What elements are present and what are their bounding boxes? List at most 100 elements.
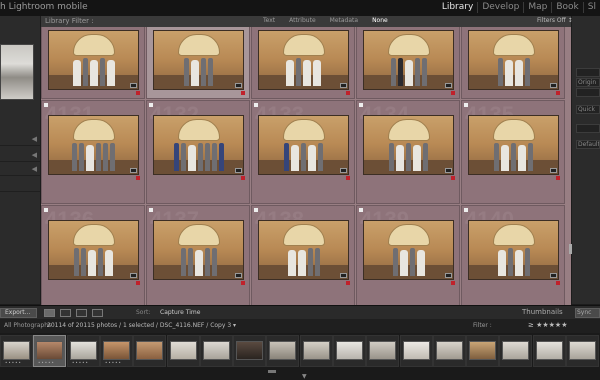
filmstrip-thumbnail[interactable]: ••••• xyxy=(0,335,33,367)
filmstrip-thumbnail[interactable] xyxy=(167,335,200,367)
photo-thumbnail[interactable] xyxy=(363,30,454,90)
module-book[interactable]: Book xyxy=(551,2,582,13)
filmstrip-thumbnail[interactable]: ••••• xyxy=(100,335,133,367)
cell-corner-marker[interactable] xyxy=(359,103,363,107)
photo-thumbnail[interactable] xyxy=(258,220,349,280)
grid-cell[interactable]: 4139 xyxy=(356,205,460,305)
photo-thumbnail[interactable] xyxy=(468,30,559,90)
cell-corner-marker[interactable] xyxy=(359,208,363,212)
filmstrip-thumbnail[interactable]: ••••• xyxy=(67,335,100,367)
panel-section-collections[interactable]: ◀ xyxy=(0,164,40,176)
filters-off-dropdown[interactable]: Filters Off ↕ xyxy=(537,17,573,24)
cell-corner-marker[interactable] xyxy=(254,208,258,212)
filmstrip-image xyxy=(336,341,363,360)
person-figure xyxy=(399,250,408,276)
grid-cell[interactable]: 4137 xyxy=(146,205,250,305)
filter-tab-attribute[interactable]: Attribute xyxy=(282,17,323,24)
cell-corner-marker[interactable] xyxy=(149,103,153,107)
grid-view-button[interactable] xyxy=(44,309,55,317)
filmstrip-thumbnail[interactable] xyxy=(433,335,466,367)
photo-thumbnail[interactable] xyxy=(153,115,244,175)
grid-cell[interactable]: 4134 xyxy=(356,100,460,204)
filmstrip-thumbnail[interactable] xyxy=(133,335,166,367)
cell-corner-marker[interactable] xyxy=(464,208,468,212)
survey-view-button[interactable] xyxy=(92,309,103,317)
filmstrip-thumbnail[interactable] xyxy=(200,335,233,367)
filmstrip-path[interactable]: 20114 of 20115 photos / 1 selected / DSC… xyxy=(47,322,236,329)
filmstrip-thumbnail[interactable] xyxy=(566,335,599,367)
module-slideshow[interactable]: Sl xyxy=(582,2,600,13)
filmstrip-thumbnail[interactable]: ••••• xyxy=(33,335,66,367)
grid-cell[interactable]: 4140 xyxy=(461,205,565,305)
photo-thumbnail[interactable] xyxy=(468,220,559,280)
photo-thumbnail[interactable] xyxy=(48,220,139,280)
filmstrip-thumbnail[interactable] xyxy=(400,335,433,367)
photo-thumbnail[interactable] xyxy=(258,115,349,175)
photo-thumbnail[interactable] xyxy=(363,115,454,175)
filmstrip-thumbnail[interactable] xyxy=(366,335,399,367)
filmstrip-thumbnail[interactable] xyxy=(466,335,499,367)
grid-cell[interactable]: 4127 xyxy=(146,27,250,99)
photo-thumbnail[interactable] xyxy=(48,115,139,175)
filmstrip-thumbnail[interactable] xyxy=(300,335,333,367)
person-figure xyxy=(286,60,294,86)
photo-thumbnail[interactable] xyxy=(48,30,139,90)
photo-people xyxy=(469,139,558,171)
grid-cell[interactable]: 4138 xyxy=(251,205,355,305)
photo-thumbnail[interactable] xyxy=(153,220,244,280)
rating-dots: ••••• xyxy=(38,360,55,365)
panel-section-catalog[interactable]: ◀ xyxy=(0,134,40,146)
filmstrip-source[interactable]: All Photographs xyxy=(4,322,51,329)
filmstrip-thumbnail[interactable] xyxy=(266,335,299,367)
sort-dropdown[interactable]: Capture Time xyxy=(160,309,200,316)
grid-cell[interactable]: 4133 xyxy=(251,100,355,204)
loupe-view-button[interactable] xyxy=(60,309,71,317)
grid-cell[interactable]: 4126 xyxy=(41,27,145,99)
cell-corner-marker[interactable] xyxy=(44,208,48,212)
grid-cell[interactable]: 4131 xyxy=(41,100,145,204)
person-figure xyxy=(208,58,213,86)
photo-thumbnail[interactable] xyxy=(153,30,244,90)
edit-badge-icon xyxy=(340,273,347,278)
filmstrip-scrollbar[interactable] xyxy=(268,370,276,373)
grid-cell[interactable]: 4130 xyxy=(461,27,565,99)
grid-cell[interactable]: 4128 xyxy=(251,27,355,99)
cell-corner-marker[interactable] xyxy=(44,103,48,107)
export-button[interactable]: Export... xyxy=(0,308,37,318)
grid-scrollbar[interactable] xyxy=(569,244,572,254)
star-rating-filter[interactable]: ≥ ★★★★★ xyxy=(528,321,567,329)
photo-thumbnail[interactable] xyxy=(258,30,349,90)
filmstrip-thumbnail[interactable] xyxy=(499,335,532,367)
grid-cell[interactable]: 4136 xyxy=(41,205,145,305)
photo-thumbnail[interactable] xyxy=(363,220,454,280)
triangle-right-icon: ◀ xyxy=(31,151,37,159)
sync-button[interactable]: Sync xyxy=(575,308,600,318)
filter-tab-text[interactable]: Text xyxy=(256,17,282,24)
compare-view-button[interactable] xyxy=(76,309,87,317)
quick-develop-label[interactable]: Quick xyxy=(576,105,600,114)
photo-people xyxy=(259,139,348,171)
photo-thumbnail[interactable] xyxy=(468,115,559,175)
filmstrip-thumbnail[interactable] xyxy=(533,335,566,367)
cell-corner-marker[interactable] xyxy=(149,208,153,212)
panel-section-publish[interactable] xyxy=(0,180,40,192)
module-develop[interactable]: Develop xyxy=(477,2,523,13)
module-library[interactable]: Library xyxy=(438,2,477,13)
chevron-down-icon[interactable]: ▼ xyxy=(302,373,307,380)
navigator-preview[interactable] xyxy=(0,44,34,100)
quick-develop-preset[interactable] xyxy=(576,88,600,97)
filmstrip-thumbnail[interactable] xyxy=(233,335,266,367)
filmstrip-thumbnail[interactable] xyxy=(333,335,366,367)
grid-cell[interactable]: 4132 xyxy=(146,100,250,204)
keyword-field[interactable] xyxy=(576,124,600,133)
filmstrip-image xyxy=(536,341,563,360)
metadata-preset[interactable]: Default xyxy=(576,140,600,149)
grid-cell[interactable]: 4135 xyxy=(461,100,565,204)
cell-corner-marker[interactable] xyxy=(464,103,468,107)
module-map[interactable]: Map xyxy=(523,2,551,13)
panel-section-folders[interactable]: ◀ xyxy=(0,150,40,162)
cell-corner-marker[interactable] xyxy=(254,103,258,107)
grid-cell[interactable]: 4129 xyxy=(356,27,460,99)
filter-tab-metadata[interactable]: Metadata xyxy=(323,17,365,24)
filter-tab-none[interactable]: None xyxy=(365,17,395,24)
